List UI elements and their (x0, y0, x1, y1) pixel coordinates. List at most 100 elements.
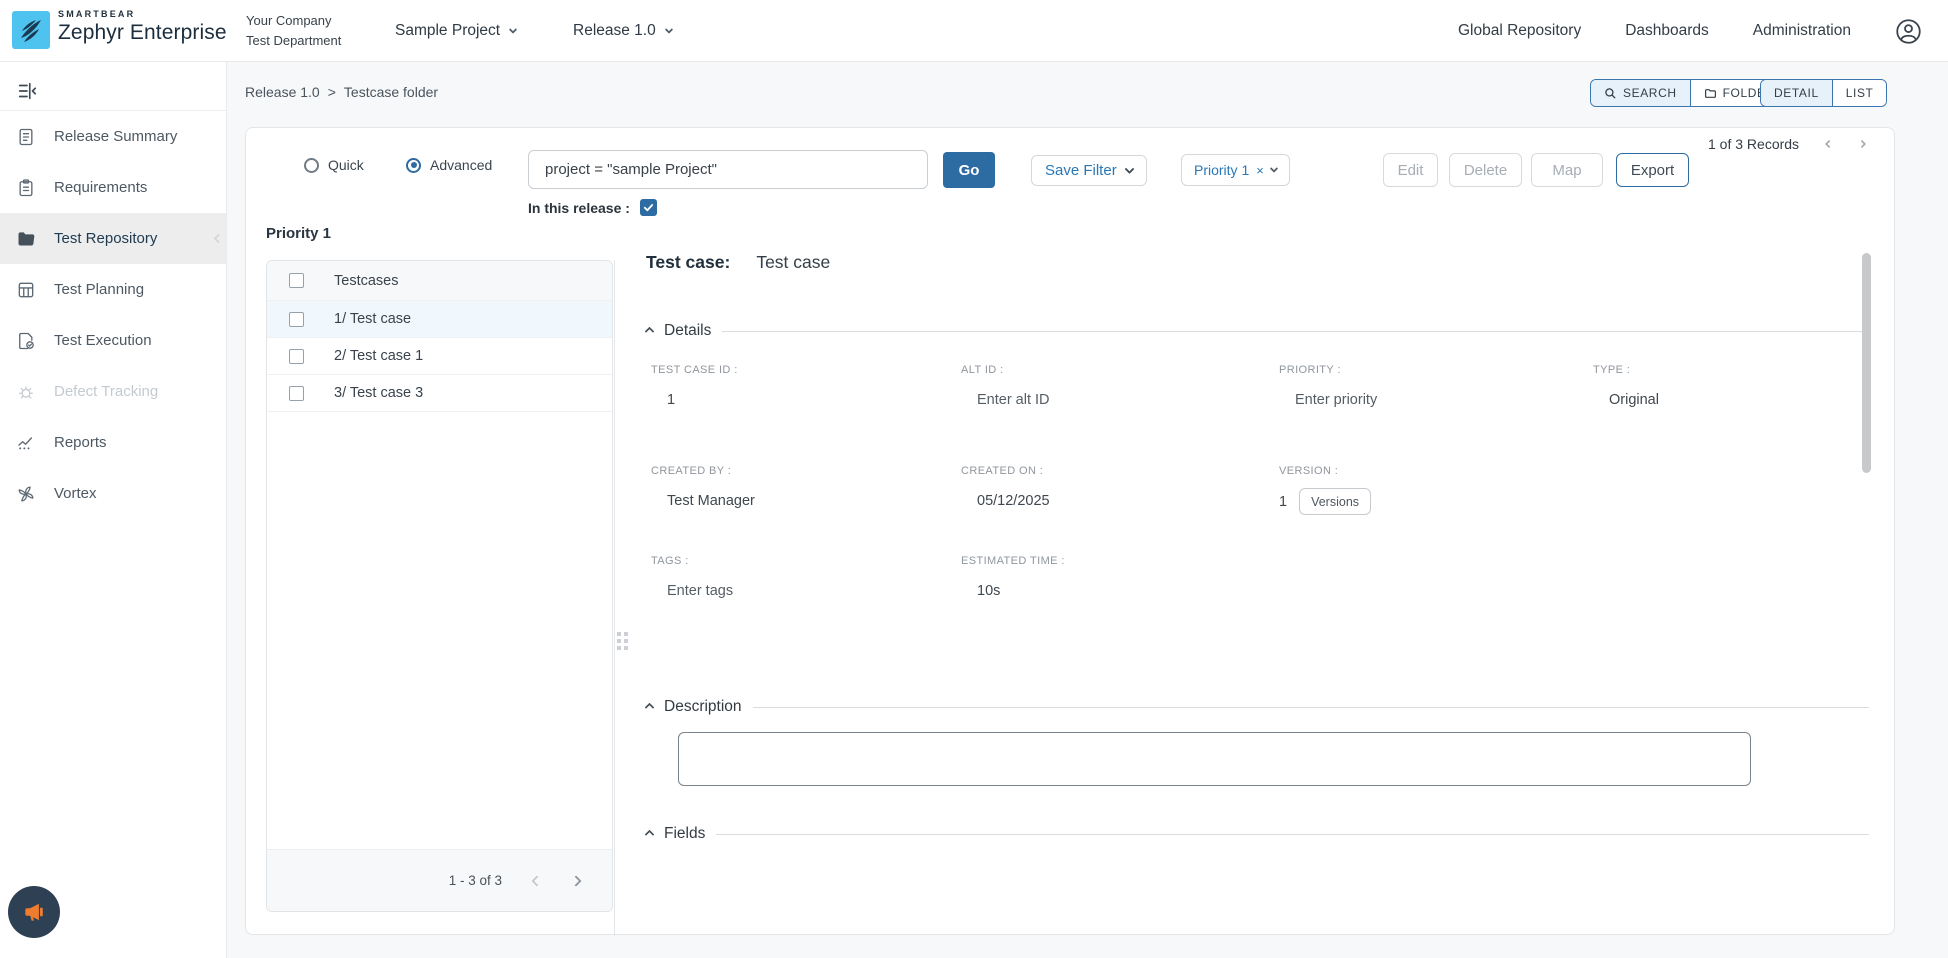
section-rule (753, 707, 1869, 708)
header-nav: Global Repository Dashboards Administrat… (1458, 0, 1922, 62)
document-icon (15, 126, 37, 148)
row-checkbox[interactable] (289, 386, 304, 401)
sidebar-collapse-icon[interactable] (12, 76, 42, 106)
delete-button[interactable]: Delete (1449, 153, 1522, 187)
description-section-header[interactable]: Description (646, 698, 1869, 716)
sidebar-item-test-execution[interactable]: Test Execution (0, 315, 226, 366)
chevron-up-icon (645, 702, 655, 712)
list-toggle[interactable]: LIST (1832, 80, 1887, 106)
field-label: CREATED ON : (961, 465, 1050, 477)
field-value: 05/12/2025 (961, 493, 1050, 509)
tree-row-test-case[interactable]: 1/ Test case (267, 301, 612, 338)
detail-toggle-label: DETAIL (1774, 86, 1819, 100)
row-checkbox[interactable] (289, 349, 304, 364)
versions-button[interactable]: Versions (1299, 488, 1371, 515)
breadcrumb-folder: Testcase folder (344, 84, 438, 100)
breadcrumb-release[interactable]: Release 1.0 (245, 84, 320, 100)
release-dropdown[interactable]: Release 1.0 (573, 0, 672, 62)
previous-page-icon[interactable] (531, 875, 542, 886)
field-placeholder[interactable]: Enter priority (1279, 392, 1377, 408)
field-value: 10s (961, 583, 1065, 599)
export-button[interactable]: Export (1616, 153, 1689, 187)
tree-group-title: Priority 1 (266, 225, 331, 242)
sidebar-item-label: Defect Tracking (54, 383, 158, 400)
advanced-radio[interactable]: Advanced (406, 157, 492, 173)
radio-icon (304, 158, 319, 173)
field-version: VERSION : 1 Versions (1279, 465, 1371, 515)
splitter-drag-handle-icon[interactable] (617, 632, 631, 656)
panel-splitter[interactable] (614, 260, 615, 936)
table-icon (15, 279, 37, 301)
details-section-label: Details (664, 322, 711, 340)
tree-row-label: 2/ Test case 1 (334, 348, 423, 364)
pinwheel-icon (15, 483, 37, 505)
tree-row-test-case-1[interactable]: 2/ Test case 1 (267, 338, 612, 375)
chevron-down-icon[interactable] (1270, 164, 1278, 172)
department-name: Test Department (246, 31, 341, 51)
feedback-widget-button[interactable] (8, 886, 60, 938)
tree-row-testcases[interactable]: Testcases (267, 261, 612, 301)
user-avatar-icon[interactable] (1895, 18, 1922, 45)
zephyr-logo-icon[interactable] (12, 11, 50, 49)
remove-filter-icon[interactable]: × (1256, 163, 1264, 178)
content-area: Release 1.0 > Testcase folder SEARCH FOL… (227, 62, 1948, 958)
nav-global-repository[interactable]: Global Repository (1458, 22, 1581, 40)
field-placeholder[interactable]: Enter alt ID (961, 392, 1050, 408)
breadcrumb-separator: > (328, 84, 336, 100)
sidebar-item-test-planning[interactable]: Test Planning (0, 264, 226, 315)
field-label: TAGS : (651, 555, 733, 567)
next-record-icon[interactable] (1858, 140, 1866, 148)
chevron-down-icon (509, 25, 517, 33)
save-filter-button[interactable]: Save Filter (1031, 155, 1147, 186)
advanced-radio-label: Advanced (430, 157, 492, 173)
tree-row-label: 1/ Test case (334, 311, 411, 327)
previous-record-icon[interactable] (1825, 140, 1833, 148)
sidebar-item-test-repository[interactable]: Test Repository (0, 213, 226, 264)
sidebar-item-requirements[interactable]: Requirements (0, 162, 226, 213)
chevron-down-icon (1124, 164, 1134, 174)
priority-filter-chip[interactable]: Priority 1 × (1181, 154, 1290, 186)
record-count: 1 of 3 Records (1708, 136, 1799, 152)
quick-radio[interactable]: Quick (304, 157, 364, 173)
tree-row-test-case-3[interactable]: 3/ Test case 3 (267, 375, 612, 412)
detail-scrollbar-thumb[interactable] (1862, 253, 1871, 473)
project-dropdown[interactable]: Sample Project (395, 0, 516, 62)
sidebar-item-release-summary[interactable]: Release Summary (0, 111, 226, 162)
sidebar-item-vortex[interactable]: Vortex (0, 468, 226, 519)
brand-smartbear: SMARTBEAR (58, 10, 227, 19)
document-check-icon (15, 330, 37, 352)
sidebar-item-label: Test Repository (54, 230, 157, 247)
map-button[interactable]: Map (1531, 153, 1603, 187)
field-estimated-time: ESTIMATED TIME : 10s (961, 555, 1065, 599)
edit-button[interactable]: Edit (1383, 153, 1438, 187)
tree-row-label: 3/ Test case 3 (334, 385, 423, 401)
search-toggle[interactable]: SEARCH (1591, 80, 1690, 106)
brand: SMARTBEAR Zephyr Enterprise (58, 10, 227, 43)
section-rule (722, 331, 1869, 332)
go-button[interactable]: Go (943, 152, 995, 188)
search-query-input[interactable] (528, 150, 928, 189)
sidebar-item-reports[interactable]: Reports (0, 417, 226, 468)
pagination-text: 1 - 3 of 3 (449, 873, 502, 888)
tree-row-label: Testcases (334, 273, 398, 289)
next-page-icon[interactable] (570, 875, 581, 886)
nav-dashboards[interactable]: Dashboards (1625, 22, 1709, 40)
details-section-header[interactable]: Details (646, 322, 1869, 340)
row-checkbox[interactable] (289, 273, 304, 288)
field-value: Test Manager (651, 493, 755, 509)
radio-icon (406, 158, 421, 173)
fields-section-header[interactable]: Fields (646, 825, 1869, 843)
bug-icon (15, 381, 37, 403)
description-textarea[interactable] (678, 732, 1751, 786)
testcase-title-value[interactable]: Test case (756, 252, 830, 273)
chevron-up-icon (645, 326, 655, 336)
quick-radio-label: Quick (328, 157, 364, 173)
field-placeholder[interactable]: Enter tags (651, 583, 733, 599)
nav-administration[interactable]: Administration (1753, 22, 1851, 40)
tree-pagination: 1 - 3 of 3 (267, 849, 612, 911)
chevron-down-icon (664, 25, 672, 33)
row-checkbox[interactable] (289, 312, 304, 327)
sidebar-item-label: Vortex (54, 485, 97, 502)
in-this-release-checkbox[interactable] (640, 199, 657, 216)
detail-toggle[interactable]: DETAIL (1761, 80, 1832, 106)
